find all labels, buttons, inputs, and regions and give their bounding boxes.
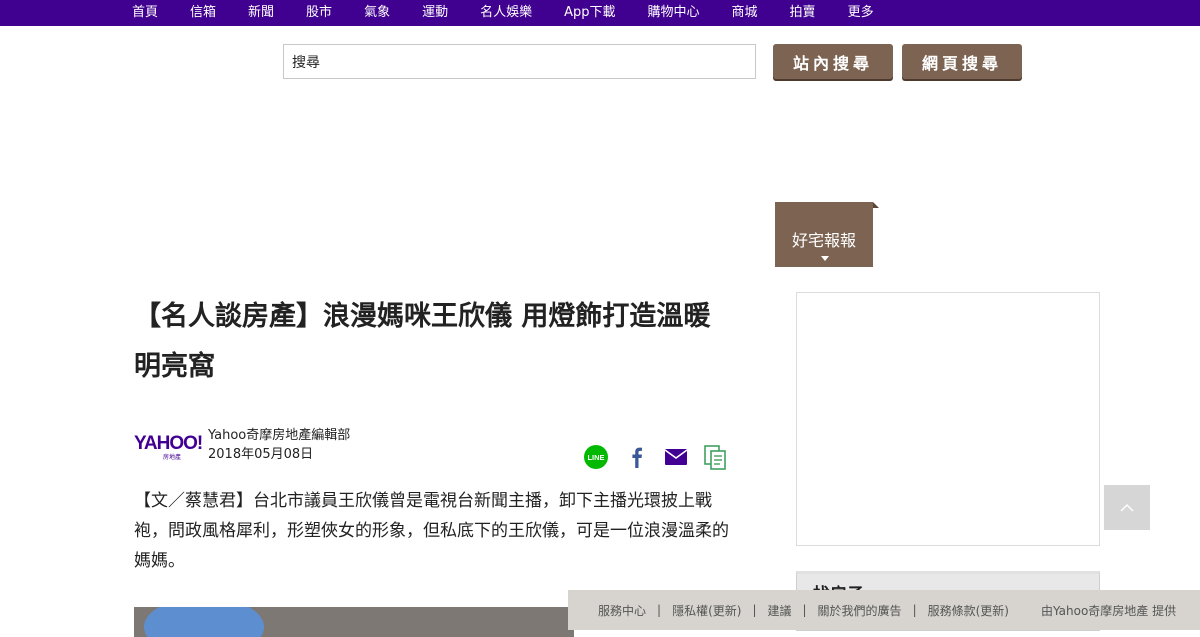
footer-separator: | — [657, 603, 662, 617]
yahoo-realestate-logo: YAHOO! 房地產 — [134, 433, 203, 462]
logo-subtitle: 房地產 — [162, 454, 181, 461]
article-date: 2018年05月08日 — [208, 447, 314, 462]
tag-fold-corner — [873, 202, 879, 208]
footer-link-terms[interactable]: 服務條款(更新) — [928, 602, 1009, 619]
mail-icon[interactable] — [663, 444, 689, 470]
nav-item-shopping[interactable]: 購物中心 — [648, 0, 700, 26]
nav-item-weather[interactable]: 氣象 — [364, 0, 390, 26]
footer-link-privacy[interactable]: 隱私權(更新) — [672, 602, 741, 619]
caret-down-icon — [821, 256, 829, 261]
logo-wordmark: YAHOO! — [134, 433, 203, 454]
search-input[interactable] — [283, 44, 756, 79]
facebook-icon[interactable] — [624, 444, 650, 470]
footer-separator: | — [802, 603, 807, 617]
article-body: 【文／蔡慧君】台北市議員王欣儀曾是電視台新聞主播，卸下主播光環披上戰袍，問政風格… — [134, 491, 729, 571]
nav-item-auction[interactable]: 拍賣 — [790, 0, 816, 26]
nav-item-more[interactable]: 更多 — [848, 0, 874, 26]
nav-item-home[interactable]: 首頁 — [132, 0, 158, 26]
top-nav-bar: 首頁 信箱 新聞 股市 氣象 運動 名人娛樂 App下載 購物中心 商城 拍賣 … — [0, 0, 1200, 26]
footer-link-service-center[interactable]: 服務中心 — [598, 602, 646, 619]
nav-item-sports[interactable]: 運動 — [422, 0, 448, 26]
nav-item-mall[interactable]: 商城 — [732, 0, 758, 26]
footer-separator: | — [752, 603, 757, 617]
footer-provider: 由Yahoo奇摩房地產 提供 — [1040, 603, 1177, 618]
top-nav-list: 首頁 信箱 新聞 股市 氣象 運動 名人娛樂 App下載 購物中心 商城 拍賣 … — [132, 0, 906, 26]
copy-link-icon[interactable] — [703, 444, 729, 470]
chevron-up-icon — [1120, 504, 1134, 512]
ad-slot — [796, 292, 1100, 546]
site-search-button[interactable]: 站內搜尋 — [773, 44, 893, 79]
nav-item-mail[interactable]: 信箱 — [190, 0, 216, 26]
svg-text:LINE: LINE — [587, 453, 604, 462]
nav-item-stock[interactable]: 股市 — [306, 0, 332, 26]
nav-item-news[interactable]: 新聞 — [248, 0, 274, 26]
footer-link-about-ads[interactable]: 關於我們的廣告 — [818, 602, 902, 619]
nav-item-app[interactable]: App下載 — [564, 0, 615, 26]
back-to-top-button[interactable] — [1104, 485, 1150, 530]
article-author: Yahoo奇摩房地產編輯部 — [208, 428, 351, 443]
article-image — [134, 607, 574, 637]
category-tag-label: 好宅報報 — [791, 231, 856, 250]
footer-link-suggestion[interactable]: 建議 — [767, 602, 791, 619]
footer-bar: 服務中心 | 隱私權(更新) | 建議 | 關於我們的廣告 | 服務條款(更新)… — [568, 590, 1200, 630]
nav-item-celebrity[interactable]: 名人娛樂 — [480, 0, 532, 26]
article-headline: 【名人談房產】浪漫媽咪王欣儀 用燈飾打造溫暖明亮窩 — [134, 301, 711, 382]
image-balloon-shape — [144, 607, 264, 637]
line-icon[interactable]: LINE — [583, 444, 609, 470]
footer-separator: | — [912, 603, 917, 617]
web-search-button[interactable]: 網頁搜尋 — [902, 44, 1022, 79]
